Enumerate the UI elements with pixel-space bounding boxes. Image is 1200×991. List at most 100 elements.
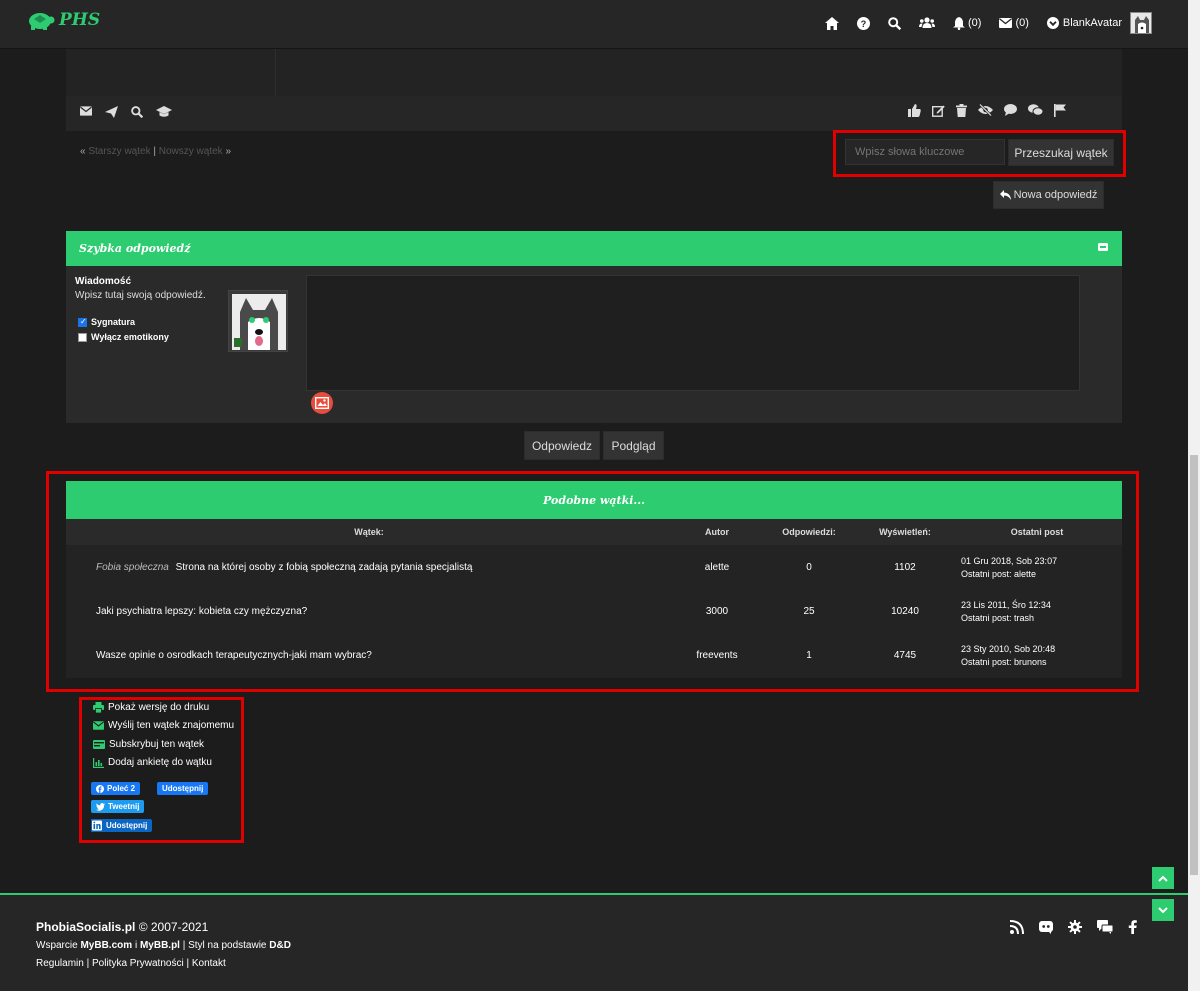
no-image-icon[interactable] [311, 392, 333, 414]
top-nav: ? (0) (0) BlankAvatar [807, 12, 1152, 34]
thread-title-link[interactable]: Strona na której osoby z fobią społeczną… [176, 562, 473, 573]
scroll-to-bottom-button[interactable] [1152, 899, 1174, 921]
image-disabled-icon [315, 397, 329, 409]
linkedin-share-button[interactable]: Udostępnij [91, 819, 153, 832]
rss-icon[interactable] [1010, 920, 1024, 934]
notifications-count: (0) [967, 17, 982, 29]
newer-thread-link[interactable]: Nowszy wątek [159, 146, 223, 157]
edit-icon[interactable] [932, 104, 945, 117]
nav-messages[interactable]: (0) [999, 17, 1029, 29]
send-icon[interactable] [105, 106, 118, 118]
reply-avatar [228, 290, 288, 352]
dnd-link[interactable]: D&D [269, 940, 291, 951]
views-count: 10240 [891, 606, 919, 617]
replies-count: 0 [806, 562, 812, 573]
subscribe-link[interactable]: Subskrybuj ten wątek [93, 739, 204, 750]
thread-title-link[interactable]: Wasze opinie o osrodkach terapeutycznych… [96, 650, 372, 661]
nav-separator: | [153, 146, 156, 157]
disable-smilies-checkbox-box[interactable] [78, 332, 87, 342]
avatar[interactable] [1130, 12, 1152, 34]
facebook-share-label: Udostępnij [162, 784, 204, 793]
email-icon[interactable] [80, 106, 92, 116]
thumbs-up-icon[interactable] [908, 104, 921, 117]
tweet-button[interactable]: Tweetnij [91, 800, 145, 813]
author-link[interactable]: alette [705, 562, 729, 573]
search-icon[interactable] [131, 106, 143, 118]
print-version-link[interactable]: Pokaż wersję do druku [93, 702, 209, 713]
facebook-like-button[interactable]: Poleć 2 [91, 782, 141, 795]
post-author-column [66, 49, 276, 97]
similar-threads-columns: Wątek: Autor Odpowiedzi: Wyświetleń: Ost… [66, 519, 1122, 545]
views-count: 4745 [893, 650, 917, 661]
last-post-date[interactable]: 23 Lis 2011, Śro 12:34 [961, 599, 1051, 612]
thread-cell: Jaki psychiatra lepszy: kobieta czy mężc… [96, 606, 307, 617]
page-scrollbar[interactable] [1188, 0, 1200, 991]
mybb-pl-link[interactable]: MyBB.pl [140, 940, 180, 951]
eye-slash-icon[interactable] [978, 104, 993, 116]
footer-social-icons [1010, 920, 1137, 934]
flag-icon[interactable] [1054, 104, 1066, 117]
last-post-info: 23 Lis 2011, Śro 12:34 Ostatni post: tra… [961, 599, 1051, 625]
facebook-like-label: Poleć 2 [107, 784, 136, 793]
last-post-date[interactable]: 01 Gru 2018, Sob 23:07 [961, 555, 1057, 568]
chat-icon[interactable] [1097, 920, 1113, 934]
preview-button[interactable]: Podgląd [603, 431, 664, 460]
nav-help[interactable]: ? [856, 16, 870, 30]
last-post-date[interactable]: 23 Sty 2010, Sob 20:48 [961, 643, 1055, 656]
send-to-friend-link[interactable]: Wyślij ten wątek znajomemu [93, 720, 234, 731]
disable-smilies-checkbox[interactable]: Wyłącz emotikony [78, 332, 169, 342]
nav-search[interactable] [888, 16, 901, 30]
submit-reply-button[interactable]: Odpowiedz [524, 431, 600, 460]
facebook-icon[interactable] [1128, 920, 1137, 934]
comment-icon[interactable] [1004, 104, 1017, 116]
discord-icon[interactable] [1039, 920, 1053, 934]
nav-home[interactable] [824, 16, 839, 30]
message-label: Wiadomość [75, 276, 132, 287]
thread-search-button[interactable]: Przeszukaj wątek [1008, 139, 1114, 166]
print-icon [93, 702, 104, 713]
scrollbar-thumb[interactable] [1190, 455, 1198, 875]
signature-checkbox-box[interactable] [78, 317, 87, 327]
users-icon [918, 17, 935, 28]
nav-prefix: « [80, 146, 86, 157]
older-thread-link[interactable]: Starszy wątek [88, 146, 150, 157]
author-link[interactable]: 3000 [706, 606, 728, 617]
new-reply-button[interactable]: Nowa odpowiedź [993, 181, 1104, 209]
send-to-friend-label: Wyślij ten wątek znajomemu [108, 720, 235, 731]
subscribe-icon [93, 740, 105, 749]
add-poll-label: Dodaj ankietę do wątku [108, 757, 212, 768]
signature-checkbox[interactable]: Sygnatura [78, 317, 135, 327]
bell-icon [952, 16, 965, 30]
reply-textarea[interactable] [306, 275, 1080, 391]
thread-prefix: Fobia społeczna [96, 562, 169, 573]
footer-links: Regulamin | Polityka Prywatności | Konta… [36, 958, 226, 969]
mybb-com-link[interactable]: MyBB.com [80, 940, 132, 951]
graduation-cap-icon[interactable] [156, 106, 172, 118]
subscribe-label: Subskrybuj ten wątek [109, 739, 205, 750]
user-menu[interactable]: BlankAvatar [1046, 12, 1152, 34]
rules-link[interactable]: Regulamin [36, 958, 84, 969]
last-post-author[interactable]: Ostatni post: alette [961, 568, 1057, 581]
collapse-icon[interactable] [1098, 243, 1108, 251]
post-tools-right [908, 104, 1066, 117]
gear-icon[interactable] [1068, 920, 1082, 934]
last-post-author[interactable]: Ostatni post: brunons [961, 656, 1055, 669]
nav-members[interactable] [918, 17, 935, 29]
last-post-author[interactable]: Ostatni post: trash [961, 612, 1051, 625]
comments-icon[interactable] [1028, 104, 1043, 116]
facebook-share-button[interactable]: Udostępnij [157, 782, 209, 795]
privacy-link[interactable]: Polityka Prywatności [92, 958, 184, 969]
logo-text: PHS [59, 10, 101, 30]
envelope-icon [93, 721, 104, 730]
scroll-to-top-button[interactable] [1152, 867, 1174, 889]
add-poll-link[interactable]: Dodaj ankietę do wątku [93, 757, 212, 768]
thread-title-link[interactable]: Jaki psychiatra lepszy: kobieta czy mężc… [96, 606, 307, 617]
trash-icon[interactable] [956, 104, 967, 117]
contact-link[interactable]: Kontakt [192, 958, 226, 969]
author-link[interactable]: freevents [696, 650, 737, 661]
thread-search-input[interactable] [845, 139, 1005, 165]
site-name-link[interactable]: PhobiaSocialis.pl [36, 920, 135, 934]
tweet-label: Tweetnij [108, 802, 140, 811]
nav-notifications[interactable]: (0) [952, 16, 982, 30]
site-logo[interactable]: PHS [25, 9, 100, 31]
